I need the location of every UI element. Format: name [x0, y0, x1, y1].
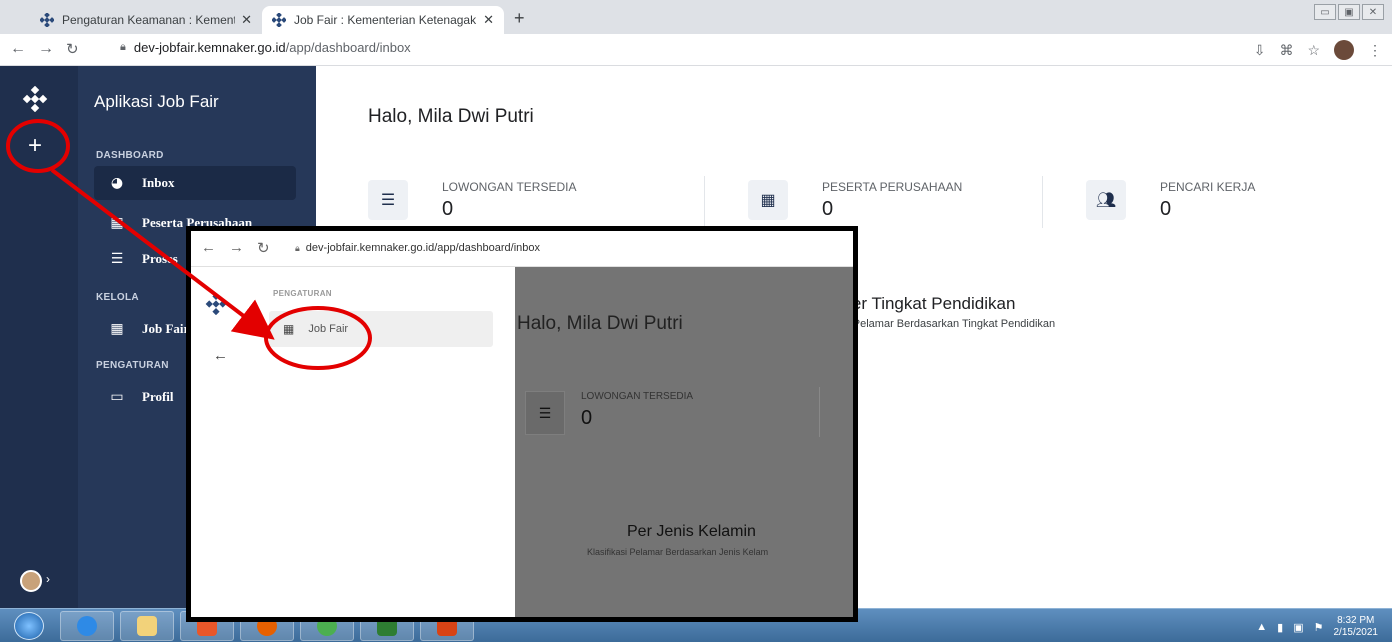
id-card-icon: ▭	[110, 389, 124, 405]
page-title: Halo, Mila Dwi Putri	[368, 106, 534, 127]
building-icon: ▦	[110, 215, 124, 231]
sidebar-item-label: Inbox	[142, 175, 175, 190]
inset-section-pengaturan: PENGATURAN	[273, 289, 332, 298]
inset-divider	[819, 387, 820, 437]
inset-address-bar: ← → ↻ 🔒︎ dev-jobfair.kemnaker.go.id/app/d…	[191, 231, 853, 267]
stat-value: 0	[442, 198, 454, 220]
close-tab-icon[interactable]: ✕	[241, 12, 252, 28]
taskbar-ie[interactable]	[60, 611, 114, 641]
lock-icon: 🔒︎	[120, 41, 126, 53]
signal-icon[interactable]: ▮	[1277, 621, 1283, 634]
left-rail: + ›	[0, 66, 78, 608]
inset-url-text: dev-jobfair.kemnaker.go.id/app/dashboard…	[305, 242, 541, 254]
stat-pencari: 👥︎ PENCARI KERJA 0	[1086, 178, 1346, 228]
browser-tab-pengaturan[interactable]: Pengaturan Keamanan : Kemente ✕	[30, 6, 262, 34]
inset-greeting: Halo, Mila Dwi Putri	[517, 313, 683, 334]
list-icon: ☰	[525, 391, 565, 435]
star-icon[interactable]: ☆	[1307, 42, 1320, 59]
lock-icon: 🔒︎	[295, 243, 300, 253]
install-icon[interactable]: ⇩	[1254, 42, 1266, 59]
back-icon: ←	[201, 239, 216, 256]
pie-chart-icon: ◕	[110, 175, 124, 191]
new-tab-button[interactable]: +	[514, 8, 525, 29]
stat-divider	[1042, 176, 1043, 228]
inset-main: Halo, Mila Dwi Putri ☰ LOWONGAN TERSEDIA…	[515, 267, 853, 617]
forward-icon[interactable]: →	[38, 40, 54, 58]
stat-divider	[704, 176, 705, 228]
add-button[interactable]: +	[28, 134, 42, 158]
minimize-icon[interactable]: ▭	[1314, 4, 1336, 20]
browser-toolbar-icons: ⇩ ⌘ ☆ ⋮	[1254, 40, 1382, 60]
chevron-right-icon[interactable]: ›	[46, 572, 50, 586]
close-tab-icon[interactable]: ✕	[483, 12, 494, 28]
sidebar-item-inbox[interactable]: ◕ Inbox	[94, 166, 296, 200]
taskbar-explorer[interactable]	[120, 611, 174, 641]
flag-icon[interactable]: ⚑	[1314, 621, 1324, 634]
close-window-icon[interactable]: ✕	[1362, 4, 1384, 20]
tray-arrow-icon[interactable]: ▲	[1256, 621, 1267, 633]
network-icon[interactable]: ▣	[1293, 621, 1303, 634]
kemnaker-favicon-icon	[40, 13, 54, 27]
start-button[interactable]	[14, 612, 44, 640]
clock-time: 8:32 PM	[1337, 615, 1375, 626]
clock-date: 2/15/2021	[1333, 627, 1379, 638]
forward-icon: →	[229, 239, 244, 256]
inset-stat-label: LOWONGAN TERSEDIA	[581, 391, 694, 402]
window-controls: ▭ ▣ ✕	[1314, 4, 1384, 20]
kemnaker-favicon-icon	[272, 13, 286, 27]
inset-screenshot: ← → ↻ 🔒︎ dev-jobfair.kemnaker.go.id/app/d…	[186, 226, 858, 622]
browser-tab-bar: Pengaturan Keamanan : Kemente ✕ Job Fair…	[0, 0, 1392, 34]
ie-icon	[77, 616, 97, 636]
browser-tab-jobfair[interactable]: Job Fair : Kementerian Ketenagak ✕	[262, 6, 504, 34]
stat-label: LOWONGAN TERSEDIA	[442, 180, 577, 194]
stat-value: 0	[822, 198, 834, 220]
section-pengaturan: PENGATURAN	[96, 360, 169, 371]
checklist-icon: ☰	[110, 251, 124, 267]
inset-stat-value: 0	[581, 407, 593, 429]
menu-kebab-icon[interactable]: ⋮	[1368, 42, 1382, 59]
inset-item-label: Job Fair	[308, 323, 349, 335]
back-arrow-icon: ←	[213, 347, 228, 364]
reload-icon[interactable]: ↻	[66, 40, 79, 58]
users-icon: 👥︎	[1086, 180, 1126, 220]
system-tray: ▲ ▮ ▣ ⚑ 8:32 PM 2/15/2021	[1256, 615, 1378, 639]
section-dashboard: DASHBOARD	[96, 150, 164, 161]
building-icon: ▦	[748, 180, 788, 220]
profile-avatar[interactable]	[1334, 40, 1354, 60]
calendar-icon: ▦	[110, 321, 124, 337]
tab-title: Pengaturan Keamanan : Kemente	[62, 13, 236, 27]
user-avatar[interactable]	[20, 570, 42, 592]
back-icon[interactable]: ←	[10, 40, 26, 58]
maximize-icon[interactable]: ▣	[1338, 4, 1360, 20]
address-bar: ← → ↻ 🔒︎ dev-jobfair.kemnaker.go.id/app/…	[0, 34, 1392, 66]
clock[interactable]: 8:32 PM 2/15/2021	[1334, 615, 1379, 639]
inset-item-job-fair: ▦ Job Fair	[269, 311, 493, 347]
inset-sidebar: PENGATURAN ▦ Job Fair	[251, 267, 515, 617]
stat-peserta: ▦ PESERTA PERUSAHAAN 0	[748, 178, 1008, 228]
app-title: Aplikasi Job Fair	[94, 92, 219, 111]
inset-chart-title: Per Jenis Kelamin	[627, 523, 756, 540]
tab-title: Job Fair : Kementerian Ketenagak	[294, 13, 477, 27]
folder-icon	[137, 616, 157, 636]
kemnaker-logo-icon	[22, 86, 48, 112]
list-icon: ☰	[368, 180, 408, 220]
sidebar-item-label: Profil	[142, 389, 174, 404]
url-host: dev-jobfair.kemnaker.go.id	[133, 40, 286, 55]
inset-chart-subtitle: Klasifikasi Pelamar Berdasarkan Jenis Ke…	[587, 547, 769, 557]
stat-lowongan: ☰ LOWONGAN TERSEDIA 0	[368, 178, 668, 228]
reload-icon: ↻	[257, 240, 270, 257]
stat-value: 0	[1160, 198, 1172, 220]
url-field[interactable]: 🔒︎ dev-jobfair.kemnaker.go.id/app/dashbo…	[120, 40, 411, 55]
url-path: /app/dashboard/inbox	[285, 40, 411, 55]
stat-label: PESERTA PERUSAHAAN	[822, 180, 963, 194]
translate-icon[interactable]: ⌘	[1279, 42, 1293, 59]
calendar-icon: ▦	[283, 322, 295, 336]
inset-rail: ←	[191, 267, 251, 617]
sidebar-item-label: Job Fair	[142, 321, 190, 336]
kemnaker-logo-icon	[205, 293, 227, 315]
sidebar-item-label: Proses	[142, 251, 178, 266]
section-kelola: KELOLA	[96, 292, 139, 303]
inset-url: 🔒︎ dev-jobfair.kemnaker.go.id/app/dashboa…	[295, 242, 540, 254]
stat-label: PENCARI KERJA	[1160, 180, 1256, 194]
